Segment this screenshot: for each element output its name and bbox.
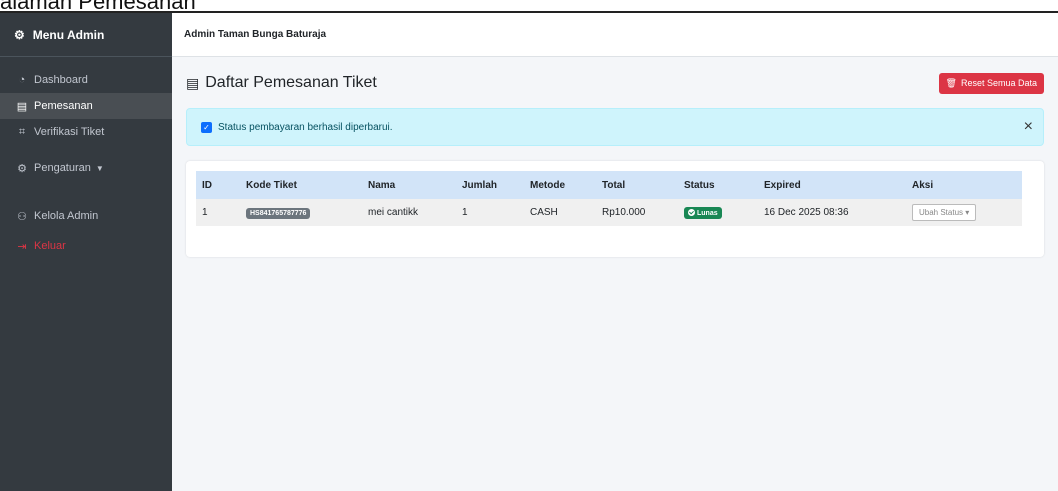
orders-card: ID Kode Tiket Nama Jumlah Metode Total S…: [186, 161, 1044, 257]
sidebar-item-kelola-admin[interactable]: ⚇ Kelola Admin: [0, 203, 172, 229]
users-icon: ⚇: [17, 210, 27, 223]
app-frame: ⚙ Menu Admin ◔ Dashboard ▤ Pemesanan ⌗ V…: [0, 11, 1058, 491]
title-row: ▤ Daftar Pemesanan Tiket 🗑 Reset Semua D…: [186, 71, 1044, 95]
topbar-title: Admin Taman Bunga Baturaja: [184, 29, 327, 40]
column-header: Jumlah: [462, 179, 498, 191]
sidebar-item-label: Kelola Admin: [34, 210, 99, 222]
table-row: 1 HS841765787776 mei cantikk 1 CASH Rp10…: [196, 199, 1022, 226]
sidebar-title: Menu Admin: [32, 27, 105, 42]
sidebar-item-label: Verifikasi Tiket: [34, 126, 105, 138]
cell-status: Lunas: [678, 199, 758, 226]
reset-button-label: Reset Semua Data: [960, 78, 1037, 88]
column-header: Total: [602, 179, 626, 191]
column-header: Aksi: [912, 179, 934, 191]
sidebar-item-pengaturan[interactable]: ⚙ Pengaturan ▼: [0, 155, 172, 181]
cell-id: 1: [202, 207, 208, 218]
sidebar-item-label: Pengaturan: [34, 162, 91, 174]
check-circle-icon: [688, 208, 695, 216]
sidebar-item-label: Pemesanan: [34, 100, 93, 112]
ticket-code-badge: HS841765787776: [246, 207, 311, 219]
column-header: Kode Tiket: [246, 179, 297, 191]
cell-total: Rp10.000: [602, 207, 646, 218]
dashboard-icon: ◔: [18, 74, 26, 86]
caret-down-icon: ▾: [965, 208, 970, 217]
sidebar-item-dashboard[interactable]: ◔ Dashboard: [0, 67, 172, 93]
sidebar-item-verifikasi-tiket[interactable]: ⌗ Verifikasi Tiket: [0, 119, 172, 145]
cell-jumlah: 1: [462, 207, 468, 218]
status-badge: Lunas: [684, 206, 722, 219]
cell-expired: 16 Dec 2025 08:36: [764, 207, 849, 218]
orders-table: ID Kode Tiket Nama Jumlah Metode Total S…: [196, 171, 1022, 226]
sidebar-item-pemesanan[interactable]: ▤ Pemesanan: [0, 93, 172, 119]
page-title: ▤ Daftar Pemesanan Tiket: [186, 74, 377, 92]
check-square-icon: ✓: [201, 121, 212, 133]
reset-all-data-button[interactable]: 🗑 Reset Semua Data: [938, 72, 1044, 94]
column-header: ID: [202, 179, 212, 191]
caret-down-icon: ▼: [95, 163, 104, 173]
topbar: Admin Taman Bunga Baturaja: [172, 13, 1058, 57]
dropdown-label: Ubah Status: [919, 208, 964, 217]
trash-icon: 🗑: [945, 77, 957, 88]
page-title-text: Daftar Pemesanan Tiket: [205, 74, 377, 91]
change-status-dropdown[interactable]: Ubah Status ▾: [912, 204, 977, 221]
receipt-icon: ▤: [16, 100, 28, 113]
status-label: Lunas: [697, 209, 718, 217]
column-header: Expired: [764, 179, 801, 191]
cell-kode-tiket: HS841765787776: [240, 199, 362, 226]
qr-scan-icon: ⌗: [18, 125, 26, 138]
sidebar: ⚙ Menu Admin ◔ Dashboard ▤ Pemesanan ⌗ V…: [0, 13, 172, 491]
column-header: Status: [684, 179, 715, 191]
alert-text: Status pembayaran berhasil diperbarui.: [218, 121, 393, 133]
cell-nama: mei cantikk: [368, 207, 419, 218]
main-content: Admin Taman Bunga Baturaja ▤ Daftar Peme…: [172, 13, 1058, 491]
gear-icon: ⚙: [17, 162, 27, 175]
column-header: Metode: [530, 179, 565, 191]
sidebar-item-label: Keluar: [34, 240, 66, 252]
sidebar-item-label: Dashboard: [34, 74, 88, 86]
column-header: Nama: [368, 179, 396, 191]
sidebar-header: ⚙ Menu Admin: [0, 13, 172, 57]
cell-metode: CASH: [530, 207, 558, 218]
sidebar-item-keluar[interactable]: ⇥ Keluar: [0, 233, 172, 259]
close-icon[interactable]: ×: [1024, 117, 1033, 137]
cell-aksi: Ubah Status ▾: [906, 199, 1022, 226]
logout-icon: ⇥: [17, 240, 27, 253]
receipt-icon: ▤: [186, 74, 200, 91]
table-header-row: ID Kode Tiket Nama Jumlah Metode Total S…: [196, 171, 1022, 199]
gear-icon: ⚙: [14, 27, 25, 42]
success-alert: ✓ Status pembayaran berhasil diperbarui.…: [186, 108, 1044, 146]
